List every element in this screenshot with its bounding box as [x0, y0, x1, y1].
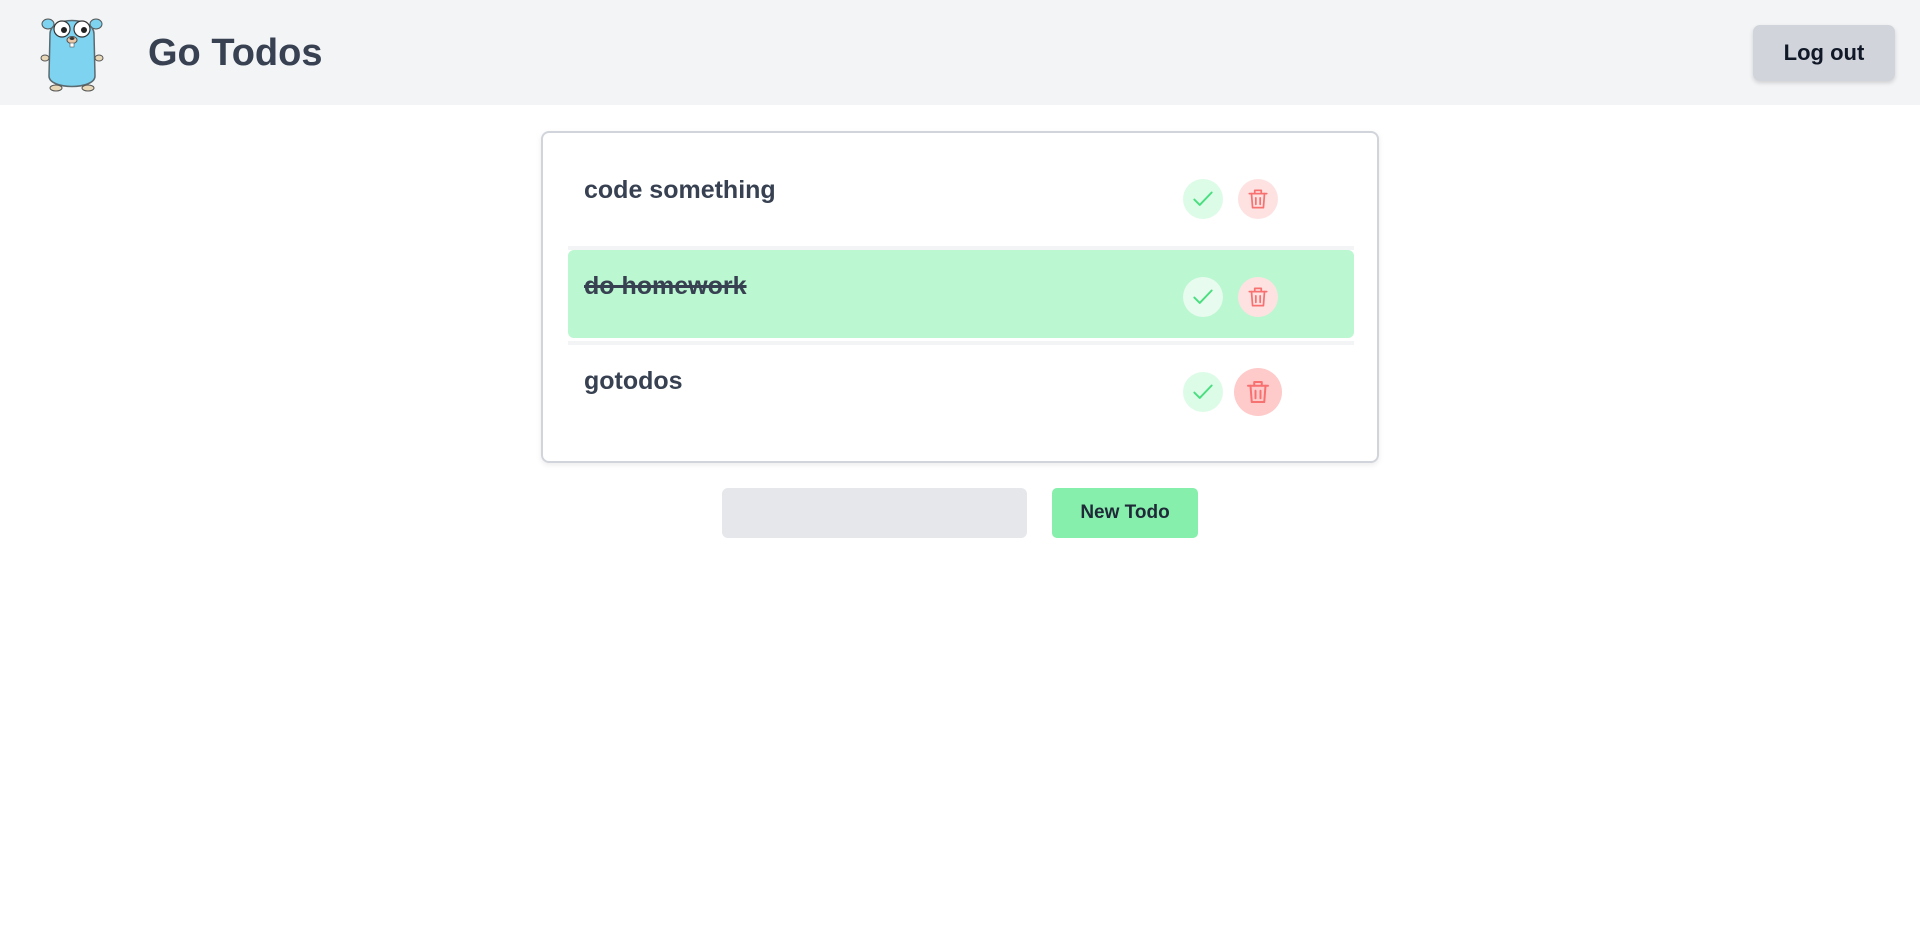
gopher-logo-icon [40, 18, 104, 92]
complete-todo-button[interactable] [1183, 372, 1223, 412]
todo-text: code something [584, 176, 776, 204]
todo-text: do homework [584, 272, 747, 300]
trash-icon [1247, 381, 1269, 403]
trash-icon [1248, 189, 1268, 209]
trash-icon [1248, 287, 1268, 307]
navbar: Go Todos Log out [0, 0, 1920, 105]
todo-item: code something [568, 154, 1354, 242]
checkmark-icon [1193, 384, 1213, 399]
delete-todo-button[interactable] [1234, 368, 1282, 416]
app-title: Go Todos [148, 32, 323, 74]
delete-todo-button[interactable] [1238, 179, 1278, 219]
todo-item: gotodos [568, 345, 1354, 433]
todo-list-card: code something do homework gotodos [541, 131, 1379, 463]
logout-button[interactable]: Log out [1753, 25, 1895, 81]
new-todo-button[interactable]: New Todo [1052, 488, 1198, 538]
delete-todo-button[interactable] [1238, 277, 1278, 317]
complete-todo-button[interactable] [1183, 179, 1223, 219]
complete-todo-button[interactable] [1183, 277, 1223, 317]
todo-text: gotodos [584, 367, 683, 395]
new-todo-input[interactable] [722, 488, 1027, 538]
checkmark-icon [1193, 191, 1213, 206]
checkmark-icon [1193, 289, 1213, 304]
todo-item-completed: do homework [568, 250, 1354, 338]
